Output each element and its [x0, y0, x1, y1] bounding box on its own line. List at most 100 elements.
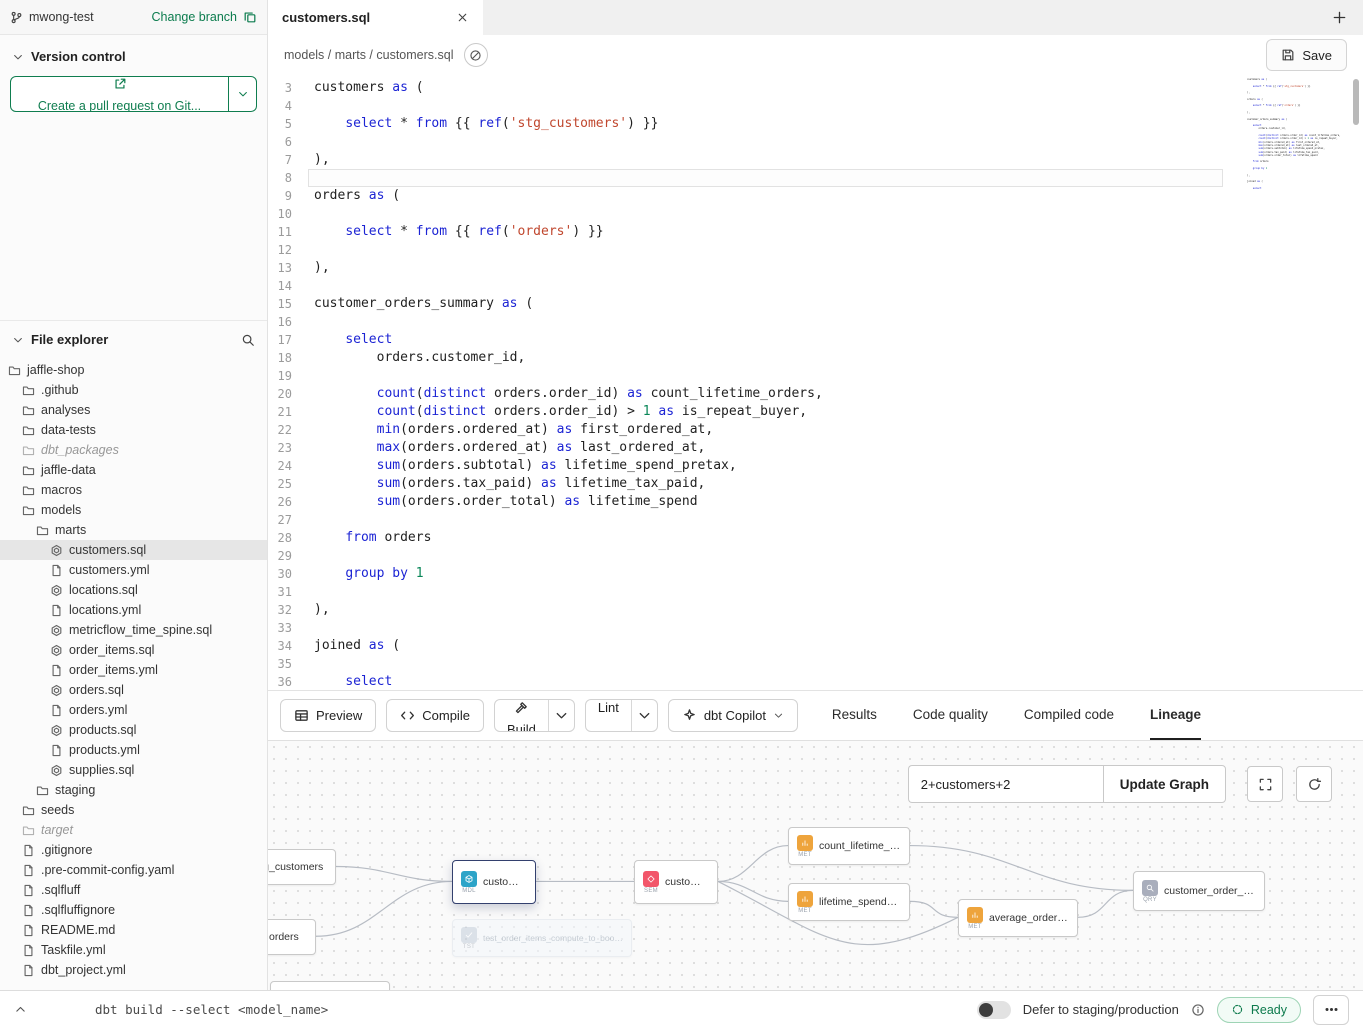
lint-dropdown-button[interactable]: [631, 700, 657, 731]
tree-item-products.sql[interactable]: products.sql: [0, 720, 267, 740]
tree-item-locations.sql[interactable]: locations.sql: [0, 580, 267, 600]
code-line-36[interactable]: 36 select: [268, 673, 1363, 690]
code-line-16[interactable]: 16: [268, 313, 1363, 331]
tree-item-customers.yml[interactable]: customers.yml: [0, 560, 267, 580]
code-line-11[interactable]: 11 select * from {{ ref('orders') }}: [268, 223, 1363, 241]
tree-item-.sqlfluffignore[interactable]: .sqlfluffignore: [0, 900, 267, 920]
lineage-node-test_order_items_compute_to_bools...[interactable]: TSTtest_order_items_compute_to_bools...: [452, 919, 632, 957]
tree-item-order_items.sql[interactable]: order_items.sql: [0, 640, 267, 660]
lineage-selector-input[interactable]: [908, 765, 1103, 803]
tree-item-customers.sql[interactable]: customers.sql: [0, 540, 267, 560]
tree-item-jaffle-shop[interactable]: jaffle-shop: [0, 360, 267, 380]
tree-item-analyses[interactable]: analyses: [0, 400, 267, 420]
update-graph-button[interactable]: Update Graph: [1103, 765, 1226, 803]
tree-item-.pre-commit-config.yaml[interactable]: .pre-commit-config.yaml: [0, 860, 267, 880]
tree-item-orders.sql[interactable]: orders.sql: [0, 680, 267, 700]
lineage-node-count_lifetime_orders[interactable]: METcount_lifetime_orders: [788, 827, 910, 865]
tree-item-supplies.sql[interactable]: supplies.sql: [0, 760, 267, 780]
tree-item-dbt_project.yml[interactable]: dbt_project.yml: [0, 960, 267, 980]
tree-item-staging[interactable]: staging: [0, 780, 267, 800]
tree-item-models[interactable]: models: [0, 500, 267, 520]
code-line-15[interactable]: 15customer_orders_summary as (: [268, 295, 1363, 313]
tree-item-data-tests[interactable]: data-tests: [0, 420, 267, 440]
code-line-7[interactable]: 7),: [268, 151, 1363, 169]
lineage-node-stg_customers[interactable]: MDLstg_customers: [268, 849, 336, 885]
code-line-28[interactable]: 28 from orders: [268, 529, 1363, 547]
more-options-button[interactable]: [1313, 995, 1349, 1025]
tree-item-marts[interactable]: marts: [0, 520, 267, 540]
code-line-34[interactable]: 34joined as (: [268, 637, 1363, 655]
build-dropdown-button[interactable]: [548, 700, 574, 731]
tree-item-orders.yml[interactable]: orders.yml: [0, 700, 267, 720]
create-pr-dropdown-button[interactable]: [228, 77, 256, 111]
code-line-22[interactable]: 22 min(orders.ordered_at) as first_order…: [268, 421, 1363, 439]
lint-button[interactable]: Lint: [586, 700, 631, 731]
code-line-26[interactable]: 26 sum(orders.order_total) as lifetime_s…: [268, 493, 1363, 511]
tree-item-order_items.yml[interactable]: order_items.yml: [0, 660, 267, 680]
code-line-33[interactable]: 33: [268, 619, 1363, 637]
lineage-node-average_order_value[interactable]: METaverage_order_value: [958, 899, 1078, 937]
code-line-20[interactable]: 20 count(distinct orders.order_id) as co…: [268, 385, 1363, 403]
fullscreen-button[interactable]: [1247, 766, 1283, 802]
code-line-5[interactable]: 5 select * from {{ ref('stg_customers') …: [268, 115, 1363, 133]
tree-item-.sqlfluff[interactable]: .sqlfluff: [0, 880, 267, 900]
new-tab-button[interactable]: [1315, 0, 1363, 35]
code-line-24[interactable]: 24 sum(orders.subtotal) as lifetime_spen…: [268, 457, 1363, 475]
tree-item-macros[interactable]: macros: [0, 480, 267, 500]
defer-toggle[interactable]: [977, 1001, 1011, 1019]
tab-lineage[interactable]: Lineage: [1150, 691, 1201, 740]
minimap[interactable]: customers as ( select * from {{ ref('stg…: [1247, 78, 1343, 190]
tab-results[interactable]: Results: [832, 691, 877, 740]
tree-item-.github[interactable]: .github: [0, 380, 267, 400]
code-editor[interactable]: 3customers as (45 select * from {{ ref('…: [268, 75, 1363, 690]
tree-item-target[interactable]: target: [0, 820, 267, 840]
code-line-27[interactable]: 27: [268, 511, 1363, 529]
code-line-18[interactable]: 18 orders.customer_id,: [268, 349, 1363, 367]
close-icon[interactable]: [456, 11, 469, 24]
copy-icon[interactable]: [243, 10, 257, 24]
code-line-30[interactable]: 30 group by 1: [268, 565, 1363, 583]
create-pr-button[interactable]: Create a pull request on Git...: [11, 77, 228, 111]
tree-item-metricflow_time_spine.sql[interactable]: metricflow_time_spine.sql: [0, 620, 267, 640]
code-line-8[interactable]: 8: [268, 169, 1363, 187]
code-line-31[interactable]: 31: [268, 583, 1363, 601]
code-line-35[interactable]: 35: [268, 655, 1363, 673]
code-line-9[interactable]: 9orders as (: [268, 187, 1363, 205]
tree-item-dbt_packages[interactable]: dbt_packages: [0, 440, 267, 460]
code-line-12[interactable]: 12: [268, 241, 1363, 259]
editor-scrollbar[interactable]: [1353, 79, 1359, 125]
code-line-23[interactable]: 23 max(orders.ordered_at) as last_ordere…: [268, 439, 1363, 457]
code-line-10[interactable]: 10: [268, 205, 1363, 223]
tree-item-README.md[interactable]: README.md: [0, 920, 267, 940]
expand-panel-button[interactable]: [14, 1003, 27, 1016]
lineage-node-orders[interactable]: MDLorders: [268, 919, 316, 955]
tree-item-Taskfile.yml[interactable]: Taskfile.yml: [0, 940, 267, 960]
code-line-25[interactable]: 25 sum(orders.tax_paid) as lifetime_tax_…: [268, 475, 1363, 493]
lineage-node-customers[interactable]: MDLcustomers: [452, 860, 536, 904]
lineage-node-lifetime_spend_pretax[interactable]: METlifetime_spend_pretax: [788, 883, 910, 921]
status-badge[interactable]: Ready: [1217, 997, 1301, 1023]
tab-code-quality[interactable]: Code quality: [913, 691, 988, 740]
change-branch-link[interactable]: Change branch: [152, 10, 237, 24]
tab-customers-sql[interactable]: customers.sql: [268, 0, 483, 35]
dbt-copilot-button[interactable]: dbt Copilot: [668, 699, 798, 732]
code-line-17[interactable]: 17 select: [268, 331, 1363, 349]
version-control-header[interactable]: Version control: [0, 35, 267, 74]
tree-item-jaffle-data[interactable]: jaffle-data: [0, 460, 267, 480]
code-line-21[interactable]: 21 count(distinct orders.order_id) > 1 a…: [268, 403, 1363, 421]
tree-item-products.yml[interactable]: products.yml: [0, 740, 267, 760]
copilot-disabled-icon[interactable]: [464, 43, 488, 67]
code-line-3[interactable]: 3customers as (: [268, 79, 1363, 97]
code-line-6[interactable]: 6: [268, 133, 1363, 151]
compile-button[interactable]: Compile: [386, 699, 484, 732]
tree-item-locations.yml[interactable]: locations.yml: [0, 600, 267, 620]
preview-button[interactable]: Preview: [280, 699, 376, 732]
refresh-button[interactable]: [1296, 766, 1332, 802]
code-line-19[interactable]: 19: [268, 367, 1363, 385]
lineage-node-partial[interactable]: [270, 981, 390, 990]
lineage-node-customer_order_metrics[interactable]: QRYcustomer_order_metrics: [1133, 871, 1265, 911]
code-line-4[interactable]: 4: [268, 97, 1363, 115]
code-line-29[interactable]: 29: [268, 547, 1363, 565]
tab-compiled-code[interactable]: Compiled code: [1024, 691, 1114, 740]
tree-item-.gitignore[interactable]: .gitignore: [0, 840, 267, 860]
